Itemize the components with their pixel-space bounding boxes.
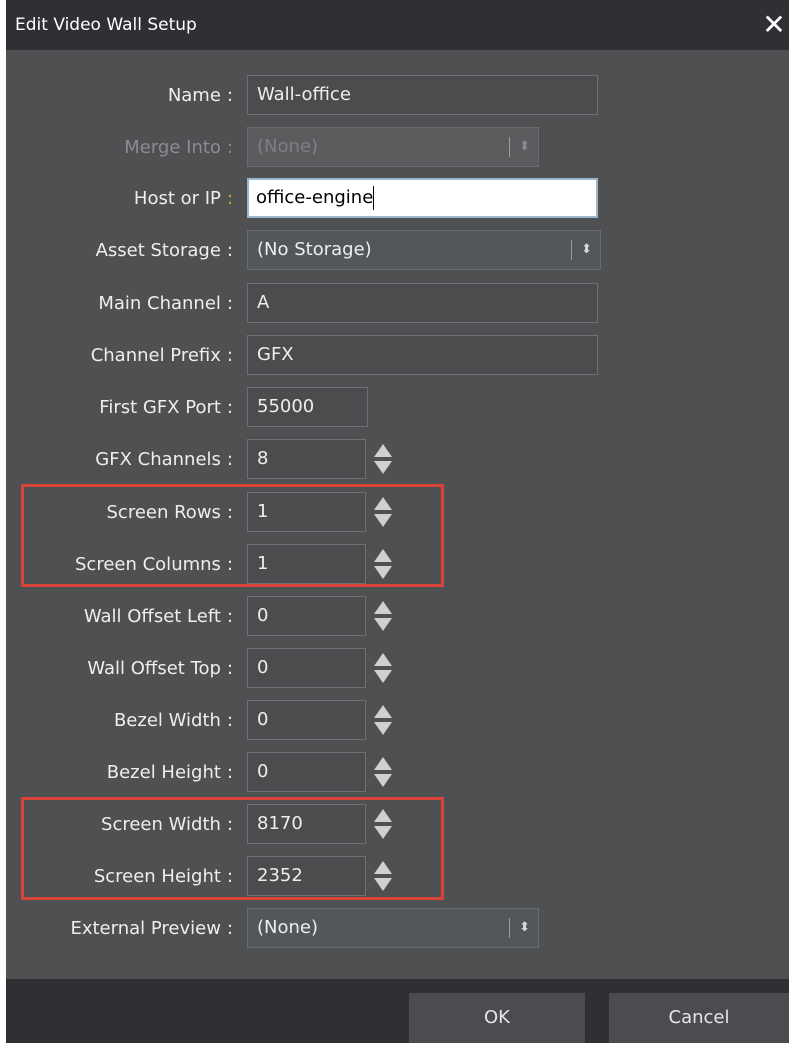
select-arrows-icon: ⬍ xyxy=(519,920,530,935)
highlight-box-screen-size xyxy=(21,797,444,900)
bezel-height-label: Bezel Height: xyxy=(106,762,233,783)
gfx-channels-input[interactable]: 8 xyxy=(247,439,366,479)
asset-storage-row: Asset Storage: (No Storage) ⬍ xyxy=(6,230,789,282)
cancel-button[interactable]: Cancel xyxy=(609,993,789,1043)
wall-offset-top-input[interactable]: 0 xyxy=(247,648,366,688)
host-or-ip-input[interactable]: office-engine xyxy=(247,178,598,218)
select-arrows-icon: ⬍ xyxy=(519,139,530,154)
spin-up-icon[interactable] xyxy=(374,705,392,718)
spin-down-icon[interactable] xyxy=(374,670,392,683)
channel-prefix-label: Channel Prefix: xyxy=(90,345,233,366)
merge-into-label: Merge Into: xyxy=(124,137,233,158)
spin-up-icon[interactable] xyxy=(374,601,392,614)
channel-prefix-row: Channel Prefix: GFX xyxy=(6,335,789,387)
select-arrows-icon: ⬍ xyxy=(581,242,592,257)
bezel-width-row: Bezel Width: 0 xyxy=(6,700,789,752)
close-icon[interactable]: ✕ xyxy=(759,8,789,42)
external-preview-label: External Preview: xyxy=(70,918,233,939)
wall-offset-top-label: Wall Offset Top: xyxy=(87,658,233,679)
bezel-height-input[interactable]: 0 xyxy=(247,752,366,792)
gfx-channels-label: GFX Channels: xyxy=(95,449,233,470)
first-gfx-port-input[interactable]: 55000 xyxy=(247,387,368,427)
spin-down-icon[interactable] xyxy=(374,461,392,474)
main-channel-label: Main Channel: xyxy=(98,293,233,314)
wall-offset-left-input[interactable]: 0 xyxy=(247,596,366,636)
spin-up-icon[interactable] xyxy=(374,653,392,666)
select-separator xyxy=(571,240,572,260)
host-or-ip-value: office-engine xyxy=(256,187,374,208)
host-or-ip-label: Host or IP: xyxy=(133,188,233,209)
spin-down-icon[interactable] xyxy=(374,774,392,787)
wall-offset-left-label: Wall Offset Left: xyxy=(83,606,233,627)
wall-offset-left-spinner[interactable] xyxy=(372,601,394,633)
first-gfx-port-label: First GFX Port: xyxy=(99,397,233,418)
highlight-box-screen-grid xyxy=(21,484,444,587)
spin-down-icon[interactable] xyxy=(374,722,392,735)
bezel-width-input[interactable]: 0 xyxy=(247,700,366,740)
select-separator xyxy=(509,137,510,157)
name-input[interactable]: Wall-office xyxy=(247,75,598,115)
bezel-width-label: Bezel Width: xyxy=(113,710,233,731)
spin-up-icon[interactable] xyxy=(374,444,392,457)
main-channel-row: Main Channel: A xyxy=(6,283,789,335)
gfx-channels-spinner[interactable] xyxy=(372,444,394,476)
text-caret xyxy=(373,186,375,210)
external-preview-select[interactable]: (None) ⬍ xyxy=(247,908,539,948)
host-or-ip-row: Host or IP: office-engine xyxy=(6,178,789,230)
merge-into-select: (None) ⬍ xyxy=(247,127,539,167)
name-row: Name: Wall-office xyxy=(6,75,789,127)
ok-button[interactable]: OK xyxy=(409,993,585,1043)
edit-video-wall-dialog: Edit Video Wall Setup ✕ Name: Wall-offic… xyxy=(6,0,789,1043)
title-bar: Edit Video Wall Setup ✕ xyxy=(6,0,789,50)
name-label: Name: xyxy=(167,85,233,106)
asset-storage-select[interactable]: (No Storage) ⬍ xyxy=(247,230,601,270)
spin-up-icon[interactable] xyxy=(374,757,392,770)
main-channel-input[interactable]: A xyxy=(247,283,598,323)
external-preview-value: (None) xyxy=(257,917,319,938)
bezel-height-spinner[interactable] xyxy=(372,757,394,789)
merge-into-value: (None) xyxy=(257,136,319,157)
channel-prefix-input[interactable]: GFX xyxy=(247,335,598,375)
dialog-title: Edit Video Wall Setup xyxy=(15,15,197,35)
wall-offset-top-row: Wall Offset Top: 0 xyxy=(6,648,789,700)
wall-offset-top-spinner[interactable] xyxy=(372,653,394,685)
spin-down-icon[interactable] xyxy=(374,618,392,631)
merge-into-row: Merge Into: (None) ⬍ xyxy=(6,127,789,179)
select-separator xyxy=(509,918,510,938)
wall-offset-left-row: Wall Offset Left: 0 xyxy=(6,596,789,648)
external-preview-row: External Preview: (None) ⬍ xyxy=(6,908,789,960)
asset-storage-value: (No Storage) xyxy=(257,239,372,260)
bezel-width-spinner[interactable] xyxy=(372,705,394,737)
first-gfx-port-row: First GFX Port: 55000 xyxy=(6,387,789,439)
asset-storage-label: Asset Storage: xyxy=(95,240,233,261)
